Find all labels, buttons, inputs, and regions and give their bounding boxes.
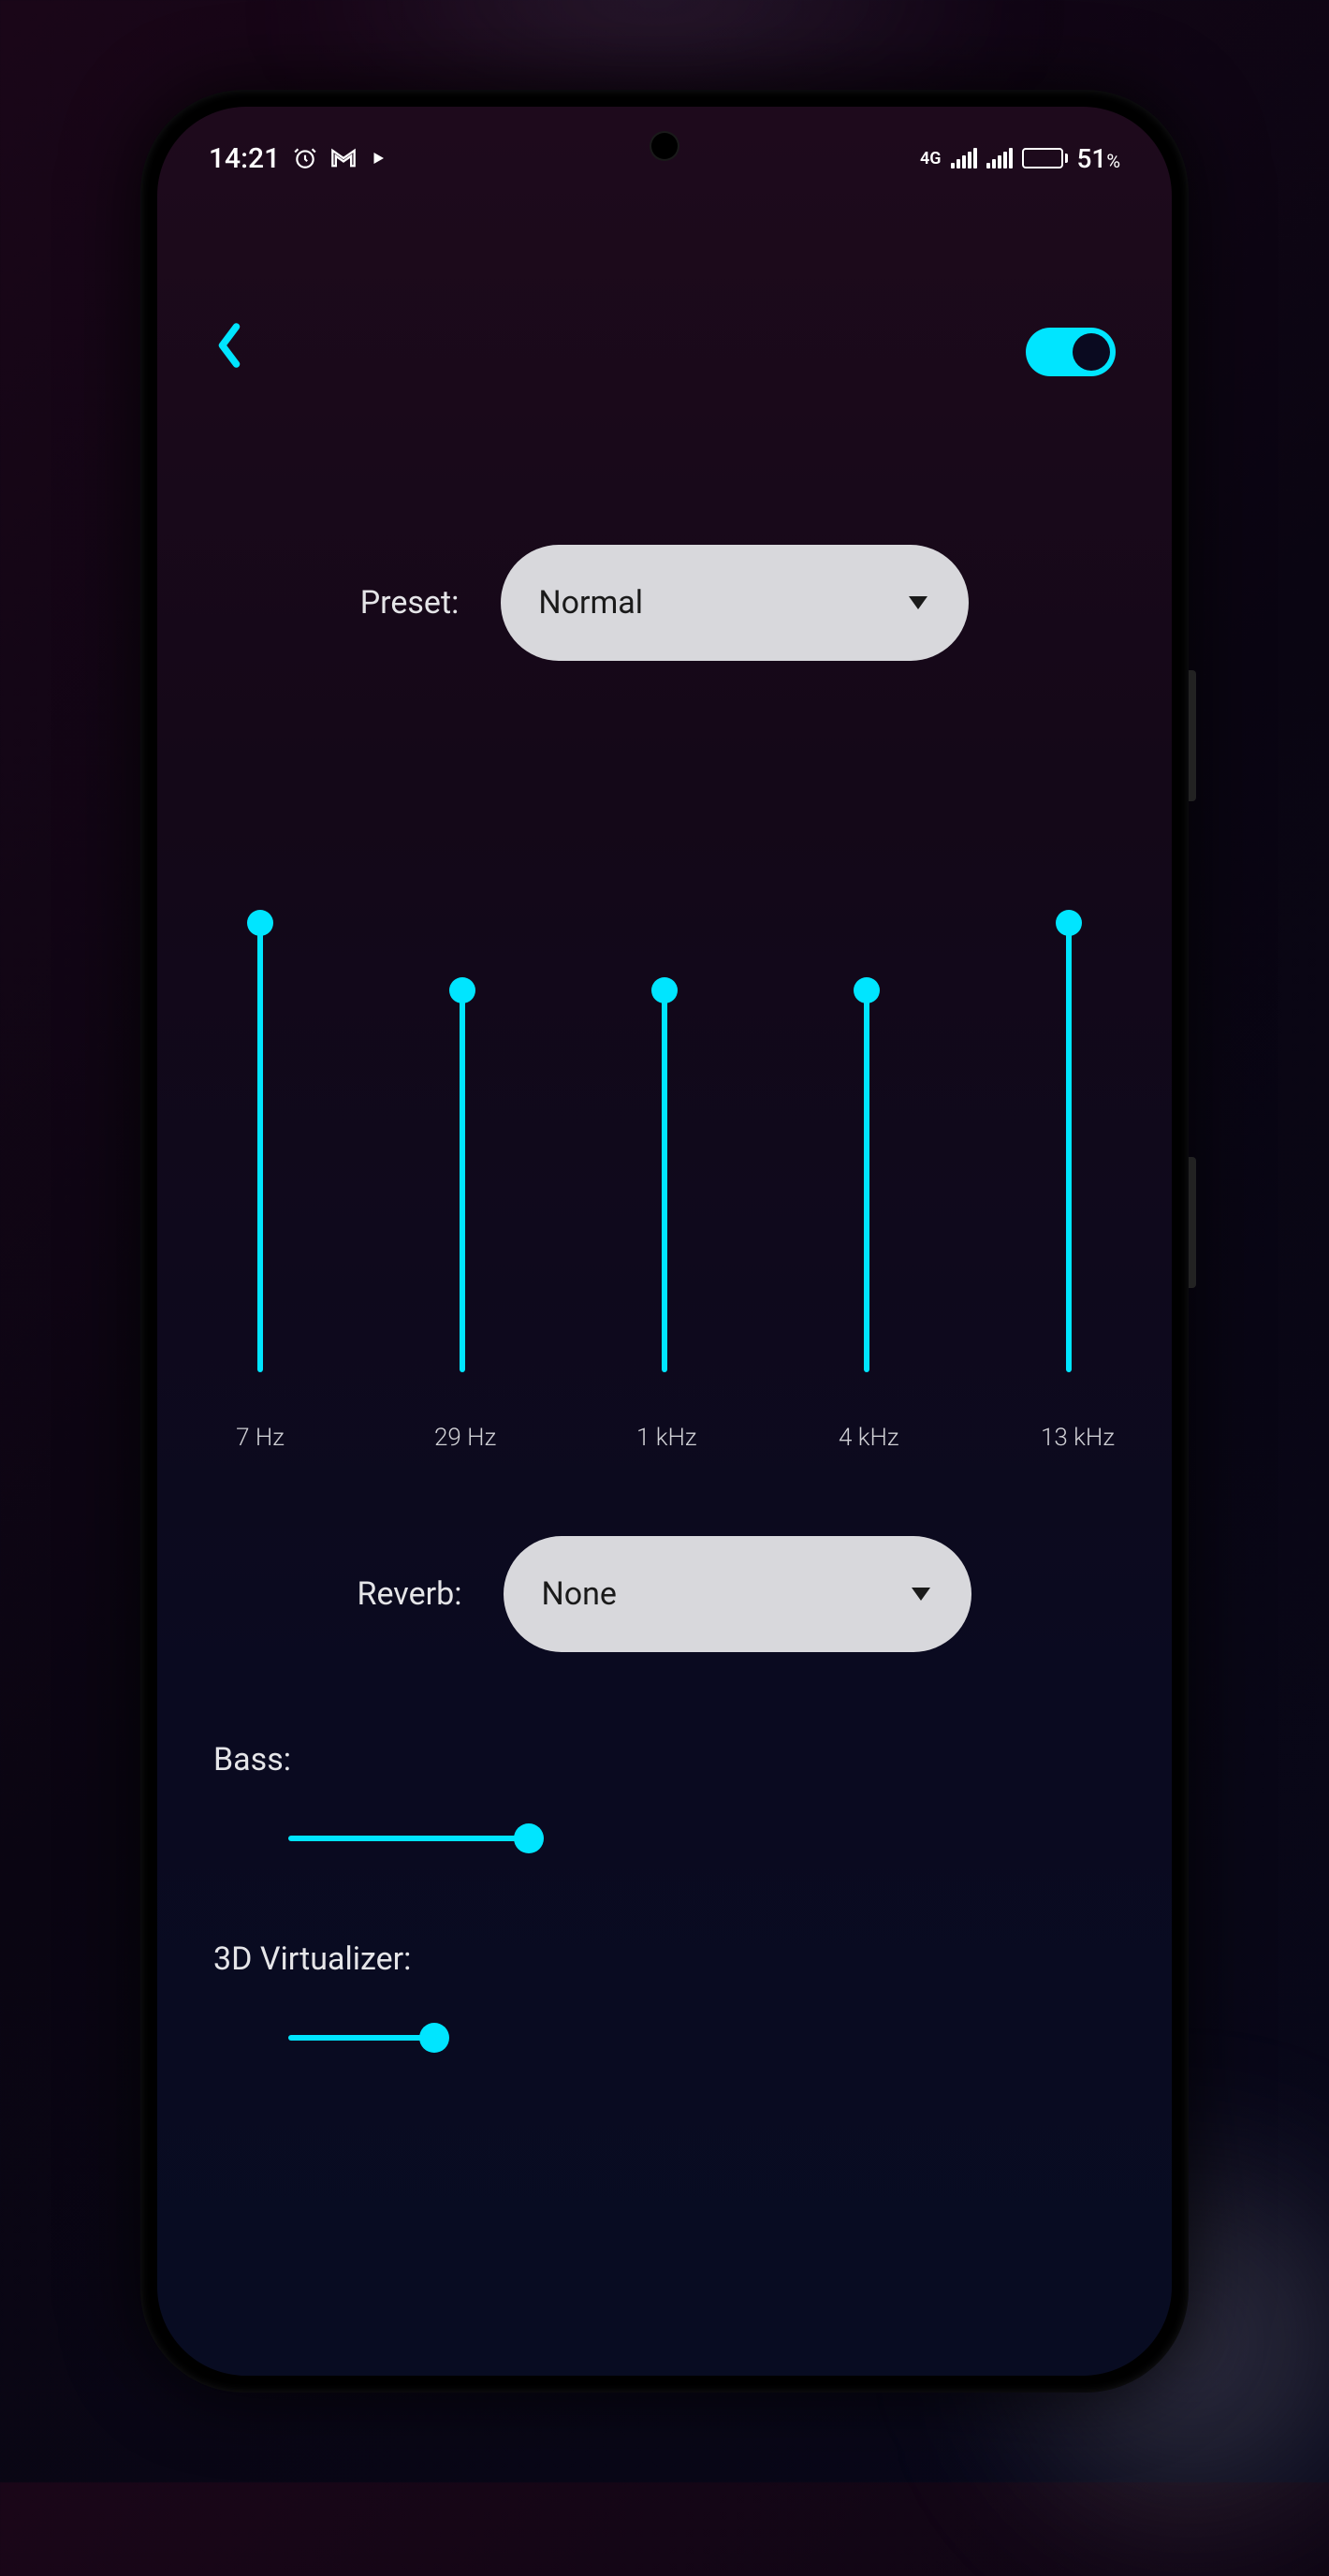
eq-band-4[interactable] xyxy=(839,923,895,1372)
eq-thumb[interactable] xyxy=(1056,910,1082,936)
enable-toggle[interactable] xyxy=(1026,328,1116,376)
virtualizer-slider[interactable] xyxy=(288,2025,1018,2051)
gmail-icon xyxy=(330,148,357,168)
eq-track xyxy=(460,990,465,1372)
equalizer-labels: 7 Hz 29 Hz 1 kHz 4 kHz 13 kHz xyxy=(232,1424,1097,1452)
equalizer-sliders xyxy=(232,923,1097,1372)
virtualizer-slider-track xyxy=(288,2035,434,2041)
back-button[interactable] xyxy=(213,322,245,381)
camera-notch xyxy=(651,133,678,159)
reverb-label: Reverb: xyxy=(358,1575,462,1613)
bass-section: Bass: xyxy=(157,1741,1172,1852)
bg-glow-top xyxy=(281,0,1030,94)
preset-row: Preset: Normal xyxy=(157,545,1172,661)
signal-icon-2 xyxy=(986,148,1013,168)
battery-icon xyxy=(1022,148,1068,168)
bass-slider-thumb[interactable] xyxy=(514,1823,544,1853)
virtualizer-label: 3D Virtualizer: xyxy=(213,1940,1116,1978)
phone-side-button xyxy=(1189,670,1196,801)
status-bar-right: 4G 51% xyxy=(920,143,1120,174)
network-type: 4G xyxy=(920,149,942,168)
eq-band-3[interactable] xyxy=(636,923,693,1372)
reverb-row: Reverb: None xyxy=(157,1536,1172,1652)
eq-track xyxy=(1066,923,1072,1372)
eq-track xyxy=(864,990,869,1372)
equalizer-area: 7 Hz 29 Hz 1 kHz 4 kHz 13 kHz xyxy=(157,923,1172,1452)
preset-dropdown[interactable]: Normal xyxy=(501,545,969,661)
eq-band-label: 13 kHz xyxy=(1041,1424,1097,1452)
alarm-icon xyxy=(293,146,317,170)
eq-thumb[interactable] xyxy=(247,910,273,936)
reverb-value: None xyxy=(541,1575,616,1613)
eq-band-2[interactable] xyxy=(434,923,490,1372)
eq-thumb[interactable] xyxy=(449,977,475,1003)
preset-label: Preset: xyxy=(360,584,460,622)
phone-side-button xyxy=(1189,1157,1196,1288)
eq-track xyxy=(257,923,263,1372)
eq-track xyxy=(662,990,667,1372)
virtualizer-section: 3D Virtualizer: xyxy=(157,1940,1172,2051)
bass-slider[interactable] xyxy=(288,1825,1018,1852)
eq-band-label: 1 kHz xyxy=(636,1424,693,1452)
play-icon xyxy=(370,150,387,167)
toggle-knob xyxy=(1073,333,1110,371)
eq-band-1[interactable] xyxy=(232,923,288,1372)
eq-band-label: 29 Hz xyxy=(434,1424,490,1452)
header-row xyxy=(157,182,1172,381)
eq-thumb[interactable] xyxy=(651,977,678,1003)
phone-frame: 14:21 4G xyxy=(140,90,1189,2393)
phone-side-button xyxy=(1189,857,1196,1101)
phone-screen: 14:21 4G xyxy=(157,107,1172,2376)
bass-label: Bass: xyxy=(213,1741,1116,1778)
signal-icon xyxy=(951,148,977,168)
reverb-dropdown[interactable]: None xyxy=(504,1536,971,1652)
virtualizer-slider-thumb[interactable] xyxy=(419,2023,449,2053)
status-bar-left: 14:21 xyxy=(209,142,387,175)
bass-slider-track xyxy=(288,1836,529,1841)
status-time: 14:21 xyxy=(209,142,280,175)
chevron-down-icon xyxy=(909,596,927,609)
chevron-down-icon xyxy=(912,1588,930,1601)
eq-band-5[interactable] xyxy=(1041,923,1097,1372)
eq-band-label: 4 kHz xyxy=(839,1424,895,1452)
battery-percent: 51% xyxy=(1077,143,1120,174)
eq-band-label: 7 Hz xyxy=(232,1424,288,1452)
preset-value: Normal xyxy=(538,584,643,622)
eq-thumb[interactable] xyxy=(854,977,880,1003)
